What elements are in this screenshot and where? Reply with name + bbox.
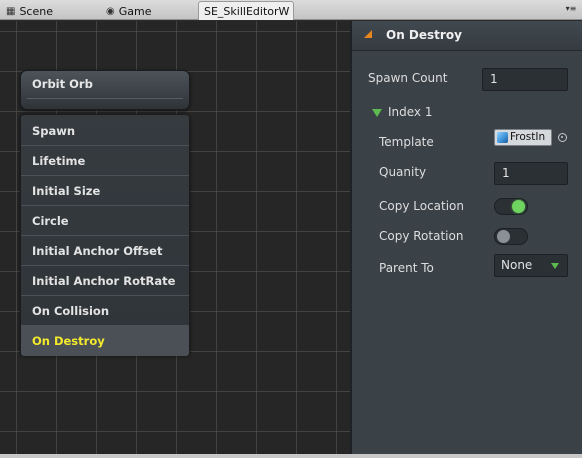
template-label: Template — [379, 135, 434, 149]
prefab-cube-icon — [497, 132, 508, 143]
scene-icon: ▦ — [6, 5, 16, 17]
chevron-down-icon — [551, 263, 559, 269]
collapse-triangle-icon[interactable] — [364, 30, 372, 38]
spawn-count-field[interactable]: 1 — [482, 68, 568, 91]
editor-tab-bar: ▦ Scene ◉ Game SE_SkillEditorW ▾≡ — [0, 0, 582, 20]
inspector-title: On Destroy — [386, 28, 462, 42]
copy-rotation-label: Copy Rotation — [379, 229, 464, 243]
toggle-knob — [512, 200, 525, 213]
tab-game[interactable]: ◉ Game — [100, 2, 157, 20]
tab-menu-icon[interactable]: ▾≡ — [564, 3, 578, 15]
node-module-list: Spawn Lifetime Initial Size Circle Initi… — [20, 114, 190, 356]
node-header[interactable]: Orbit Orb — [20, 70, 190, 110]
node-item-spawn[interactable]: Spawn — [21, 116, 189, 146]
index-foldout-label[interactable]: Index 1 — [388, 105, 432, 119]
quantity-field[interactable]: 1 — [494, 162, 568, 185]
template-value: FrostIn — [510, 131, 546, 143]
game-icon: ◉ — [106, 5, 115, 17]
object-picker-icon[interactable] — [558, 133, 567, 142]
tab-label: Scene — [19, 4, 53, 18]
parent-to-dropdown[interactable]: None — [494, 254, 568, 277]
copy-rotation-toggle[interactable] — [494, 228, 528, 245]
node-item-lifetime[interactable]: Lifetime — [21, 146, 189, 176]
node-header-divider — [27, 98, 183, 99]
quantity-label: Quanity — [379, 165, 427, 179]
node-item-circle[interactable]: Circle — [21, 206, 189, 236]
copy-location-toggle[interactable] — [494, 198, 528, 215]
node-item-initial-anchor-offset[interactable]: Initial Anchor Offset — [21, 236, 189, 266]
node-item-on-destroy[interactable]: On Destroy — [21, 326, 189, 356]
inspector-header: On Destroy — [352, 21, 582, 51]
node-title: Orbit Orb — [32, 77, 93, 91]
parent-to-label: Parent To — [379, 261, 434, 275]
tab-label: Game — [118, 4, 152, 18]
node-item-initial-anchor-rotrate[interactable]: Initial Anchor RotRate — [21, 266, 189, 296]
node-item-on-collision[interactable]: On Collision — [21, 296, 189, 326]
tab-label: SE_SkillEditorW — [204, 4, 290, 18]
foldout-arrow-icon[interactable] — [372, 109, 382, 117]
spawn-count-label: Spawn Count — [368, 71, 448, 85]
parent-to-value: None — [501, 258, 533, 272]
template-object-field[interactable]: FrostIn — [494, 129, 552, 146]
toggle-knob — [497, 230, 510, 243]
tab-scene[interactable]: ▦ Scene — [0, 2, 59, 20]
window-bottom-edge — [0, 454, 582, 458]
copy-location-label: Copy Location — [379, 199, 465, 213]
node-item-initial-size[interactable]: Initial Size — [21, 176, 189, 206]
tab-skill-editor[interactable]: SE_SkillEditorW — [198, 1, 294, 20]
inspector-panel: On Destroy Spawn Count 1 Index 1 Templat… — [350, 21, 582, 454]
